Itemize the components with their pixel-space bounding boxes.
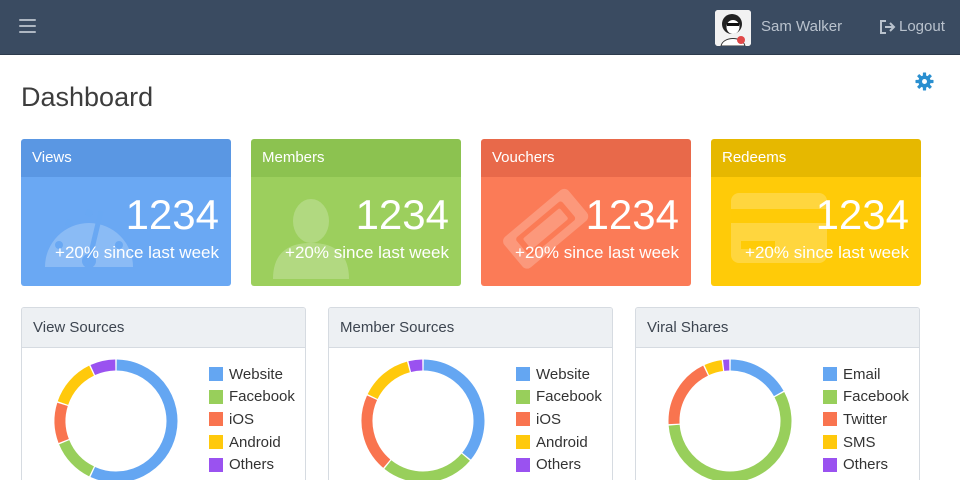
legend-label: SMS bbox=[843, 433, 876, 451]
legend-swatch bbox=[516, 367, 530, 382]
legend-label: Others bbox=[229, 456, 275, 474]
legend-swatch bbox=[516, 412, 530, 427]
viral-shares-panel: Viral Shares Email Facebook Twitter SMS … bbox=[635, 307, 920, 480]
legend-label: Android bbox=[229, 433, 281, 451]
legend-swatch bbox=[823, 367, 837, 382]
legend-item: Facebook bbox=[823, 386, 909, 409]
legend-item: Website bbox=[209, 363, 295, 386]
legend-label: Facebook bbox=[843, 388, 909, 406]
stat-change: +20% since last week bbox=[745, 243, 909, 262]
donut-chart bbox=[54, 359, 178, 480]
legend-label: iOS bbox=[536, 410, 562, 428]
legend-item: Others bbox=[209, 453, 295, 476]
view-sources-panel: View Sources Website Facebook iOS Androi… bbox=[21, 307, 306, 480]
members-card[interactable]: Members 1234 +20% since last week bbox=[251, 139, 461, 286]
legend-swatch bbox=[823, 389, 837, 404]
donut-slice-website bbox=[90, 359, 178, 480]
stat-value: 1234 bbox=[355, 191, 449, 238]
legend-swatch bbox=[209, 367, 223, 382]
donut-slice-website bbox=[423, 359, 485, 460]
legend-item: Android bbox=[516, 431, 602, 454]
donut-slice-ios bbox=[54, 402, 69, 443]
legend-label: Android bbox=[536, 433, 588, 451]
card-title: Views bbox=[21, 139, 231, 177]
stat-value: 1234 bbox=[585, 191, 679, 238]
gear-icon[interactable] bbox=[915, 72, 934, 91]
card-title: Vouchers bbox=[481, 139, 691, 177]
stat-value: 1234 bbox=[815, 191, 909, 238]
user-name[interactable]: Sam Walker bbox=[761, 18, 842, 35]
stat-change: +20% since last week bbox=[285, 243, 449, 262]
card-title: Members bbox=[251, 139, 461, 177]
legend-item: Facebook bbox=[209, 386, 295, 409]
vouchers-card[interactable]: Vouchers 1234 +20% since last week bbox=[481, 139, 691, 286]
legend-swatch bbox=[823, 457, 837, 472]
stat-change: +20% since last week bbox=[55, 243, 219, 262]
redeems-card[interactable]: Redeems 1234 +20% since last week bbox=[711, 139, 921, 286]
donut-slice-android bbox=[57, 365, 95, 406]
panel-title: View Sources bbox=[22, 308, 305, 348]
legend-swatch bbox=[209, 457, 223, 472]
legend-swatch bbox=[209, 412, 223, 427]
legend-label: iOS bbox=[229, 410, 255, 428]
legend-item: Twitter bbox=[823, 408, 909, 431]
legend-label: Facebook bbox=[229, 388, 295, 406]
donut-chart bbox=[361, 359, 485, 480]
views-card[interactable]: Views 1234 +20% since last week bbox=[21, 139, 231, 286]
legend-swatch bbox=[209, 435, 223, 450]
donut-slice-email bbox=[730, 359, 784, 397]
legend-label: Facebook bbox=[536, 388, 602, 406]
chart-legend: Email Facebook Twitter SMS Others bbox=[823, 363, 909, 476]
stat-value: 1234 bbox=[125, 191, 219, 238]
chart-legend: Website Facebook iOS Android Others bbox=[516, 363, 602, 476]
donut-chart bbox=[668, 359, 792, 480]
legend-item: Others bbox=[823, 453, 909, 476]
legend-swatch bbox=[516, 389, 530, 404]
user-icon bbox=[273, 199, 349, 279]
legend-swatch bbox=[209, 389, 223, 404]
donut-slice-facebook bbox=[384, 453, 470, 480]
donut-slice-facebook bbox=[59, 439, 95, 477]
legend-item: Website bbox=[516, 363, 602, 386]
legend-item: iOS bbox=[516, 408, 602, 431]
panel-title: Member Sources bbox=[329, 308, 612, 348]
logout-button[interactable]: Logout bbox=[879, 18, 945, 35]
donut-slice-others bbox=[408, 359, 423, 372]
legend-item: SMS bbox=[823, 431, 909, 454]
menu-icon[interactable] bbox=[19, 19, 36, 33]
donut-slice-sms bbox=[704, 360, 724, 376]
legend-item: iOS bbox=[209, 408, 295, 431]
member-sources-panel: Member Sources Website Facebook iOS Andr… bbox=[328, 307, 613, 480]
legend-swatch bbox=[516, 435, 530, 450]
legend-label: Website bbox=[229, 365, 283, 383]
donut-slice-twitter bbox=[668, 365, 709, 425]
legend-label: Email bbox=[843, 365, 881, 383]
card-title: Redeems bbox=[711, 139, 921, 177]
legend-swatch bbox=[823, 412, 837, 427]
page-title: Dashboard bbox=[21, 82, 154, 112]
donut-slice-facebook bbox=[668, 392, 792, 480]
panel-title: Viral Shares bbox=[636, 308, 919, 348]
legend-swatch bbox=[516, 457, 530, 472]
donut-slice-ios bbox=[361, 395, 391, 468]
legend-label: Others bbox=[536, 456, 582, 474]
stat-change: +20% since last week bbox=[515, 243, 679, 262]
legend-item: Others bbox=[516, 453, 602, 476]
logout-icon bbox=[880, 19, 896, 34]
chart-legend: Website Facebook iOS Android Others bbox=[209, 363, 295, 476]
logout-label: Logout bbox=[899, 18, 945, 35]
legend-item: Facebook bbox=[516, 386, 602, 409]
legend-label: Others bbox=[843, 456, 889, 474]
legend-item: Email bbox=[823, 363, 909, 386]
avatar[interactable] bbox=[715, 10, 751, 46]
legend-item: Android bbox=[209, 431, 295, 454]
legend-label: Website bbox=[536, 365, 590, 383]
legend-label: Twitter bbox=[843, 410, 888, 428]
top-navbar: Sam Walker Logout bbox=[0, 0, 960, 55]
legend-swatch bbox=[823, 435, 837, 450]
donut-slice-android bbox=[367, 361, 411, 400]
donut-slice-others bbox=[90, 359, 116, 376]
